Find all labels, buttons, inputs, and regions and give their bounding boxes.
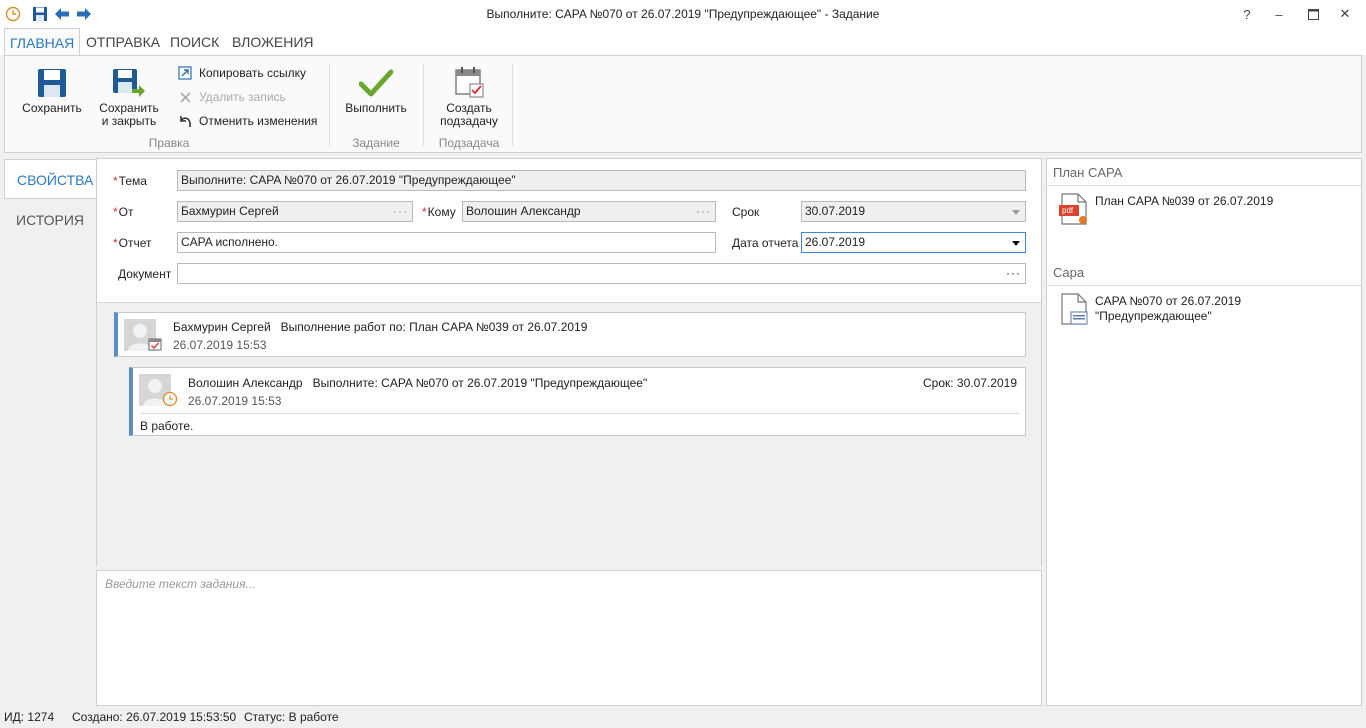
window-title: Выполните: CAPA №070 от 26.07.2019 "Пред… [486,7,880,21]
calendar-check-icon [148,338,162,351]
checkmark-icon [359,69,393,97]
delete-x-icon [177,89,193,105]
delete-record-button[interactable]: Удалить запись [177,89,286,105]
delete-record-label: Удалить запись [199,90,286,104]
to-value: Волошин Александр [466,204,581,218]
card2-divider [141,413,1019,414]
capa-link-line2: "Предупреждающее" [1095,309,1212,323]
report-label: *Отчет [113,236,152,250]
report-date-value: 26.07.2019 [805,235,866,249]
feed-card-parent[interactable]: Бахмурин Сергей Выполнение работ по: Пла… [114,312,1026,357]
feed-card-current[interactable]: Волошин Александр Выполните: CAPA №070 о… [129,367,1026,436]
group-separator [329,64,330,146]
minimize-button[interactable]: – [1264,4,1294,24]
status-id: ИД: 1274 [4,710,55,724]
section-title-capa: Capa [1053,265,1085,280]
undo-changes-button[interactable]: Отменить изменения [177,113,317,129]
create-subtask-label-2: подзадачу [440,114,498,128]
to-field[interactable]: Волошин Александр ··· [462,201,716,222]
close-button[interactable]: ✕ [1330,4,1360,24]
related-documents-panel: План CAPA pdf План CAPA №039 от 26.07.20… [1046,158,1362,706]
pdf-label: pdf [1062,206,1074,215]
to-label: *Кому [422,205,456,219]
execute-label: Выполнить [345,101,407,115]
maximize-icon [1307,8,1319,20]
report-date-field[interactable]: 26.07.2019 [801,232,1026,253]
title-bar: Выполните: CAPA №070 от 26.07.2019 "Пред… [0,0,1366,28]
card2-header: Волошин Александр Выполните: CAPA №070 о… [188,376,648,390]
floppy-disk-icon [38,69,66,97]
section-divider [1047,285,1361,286]
tab-main[interactable]: ГЛАВНАЯ [4,28,81,56]
save-label: Сохранить [22,101,82,115]
due-date-value: 30.07.2019 [805,204,866,218]
pdf-file-icon[interactable]: pdf [1059,193,1089,227]
create-subtask-button[interactable]: Создать подзадачу [433,64,505,128]
save-close-button[interactable]: Сохранить и закрыть [93,64,165,128]
section-divider [1047,185,1361,186]
document-field[interactable]: ··· [177,263,1026,284]
task-text-placeholder: Введите текст задания... [105,577,256,591]
save-button[interactable]: Сохранить [17,64,87,115]
ribbon-tabs: ГЛАВНАЯ ОТПРАВКА ПОИСК ВЛОЖЕНИЯ [0,28,1366,56]
chevron-down-icon[interactable] [1012,241,1020,246]
calendar-check-icon [455,67,484,98]
undo-changes-label: Отменить изменения [199,114,318,128]
card2-time: 26.07.2019 15:53 [188,394,282,408]
due-date-field[interactable]: 30.07.2019 [801,201,1026,222]
form-panel: *Тема Выполните: CAPA №070 от 26.07.2019… [96,158,1042,566]
execute-button[interactable]: Выполнить [341,64,411,115]
subject-label: *Тема [113,174,147,188]
task-properties-form: *Тема Выполните: CAPA №070 от 26.07.2019… [97,159,1041,303]
status-created: Создано: 26.07.2019 15:53:50 [72,710,237,724]
card1-time: 26.07.2019 15:53 [173,338,267,352]
from-value: Бахмурин Сергей [181,204,279,218]
copy-link-button[interactable]: Копировать ссылку [177,65,306,81]
document-icon[interactable] [1059,293,1089,327]
undo-icon [177,113,193,129]
save-close-label-2: и закрыть [101,114,157,128]
section-title-capa-plan: План CAPA [1053,165,1123,180]
capa-plan-link[interactable]: План CAPA №039 от 26.07.2019 [1095,194,1273,209]
group-separator [512,64,513,146]
from-field[interactable]: Бахмурин Сергей ··· [177,201,413,222]
to-picker-button[interactable]: ··· [696,202,711,221]
report-field[interactable]: CAPA исполнено. [177,232,716,253]
status-bar: ИД: 1274 Создано: 26.07.2019 15:53:50 Ст… [0,706,1366,728]
ribbon: Сохранить Сохранить и закрыть Копировать… [4,55,1362,153]
group-label-edit: Правка [148,136,190,150]
card2-due: Срок: 30.07.2019 [923,376,1017,390]
tab-properties[interactable]: СВОЙСТВА [4,159,96,199]
subject-field[interactable]: Выполните: CAPA №070 от 26.07.2019 "Пред… [177,170,1026,191]
chevron-down-icon[interactable] [1012,210,1020,215]
task-text-editor[interactable]: Введите текст задания... [96,570,1042,706]
maximize-button[interactable] [1298,4,1328,24]
group-label-task: Задание [352,136,400,150]
help-button[interactable]: ? [1232,4,1262,24]
tab-send[interactable]: ОТПРАВКА [81,28,165,56]
tab-attachments[interactable]: ВЛОЖЕНИЯ [227,28,319,56]
capa-link[interactable]: CAPA №070 от 26.07.2019 "Предупреждающее… [1095,294,1241,324]
copy-link-icon [177,65,193,81]
tab-history[interactable]: ИСТОРИЯ [4,200,96,240]
clock-icon [162,391,178,407]
tab-search[interactable]: ПОИСК [165,28,224,56]
copy-link-label: Копировать ссылку [199,66,306,80]
from-picker-button[interactable]: ··· [393,202,408,221]
card2-body: В работе. [140,419,194,433]
save-close-icon [113,69,145,97]
report-date-label: Дата отчета [732,236,799,250]
task-history-feed: Бахмурин Сергей Выполнение работ по: Пла… [97,304,1041,566]
due-label: Срок [732,205,760,219]
group-separator [423,64,424,146]
capa-link-line1: CAPA №070 от 26.07.2019 [1095,294,1241,308]
status-state: Статус: В работе [244,710,339,724]
document-label: Документ [118,267,172,281]
card1-header: Бахмурин Сергей Выполнение работ по: Пла… [173,320,588,334]
from-label: *От [113,205,134,219]
document-picker-button[interactable]: ··· [1006,264,1021,283]
group-label-subtask: Подзадача [438,136,500,150]
